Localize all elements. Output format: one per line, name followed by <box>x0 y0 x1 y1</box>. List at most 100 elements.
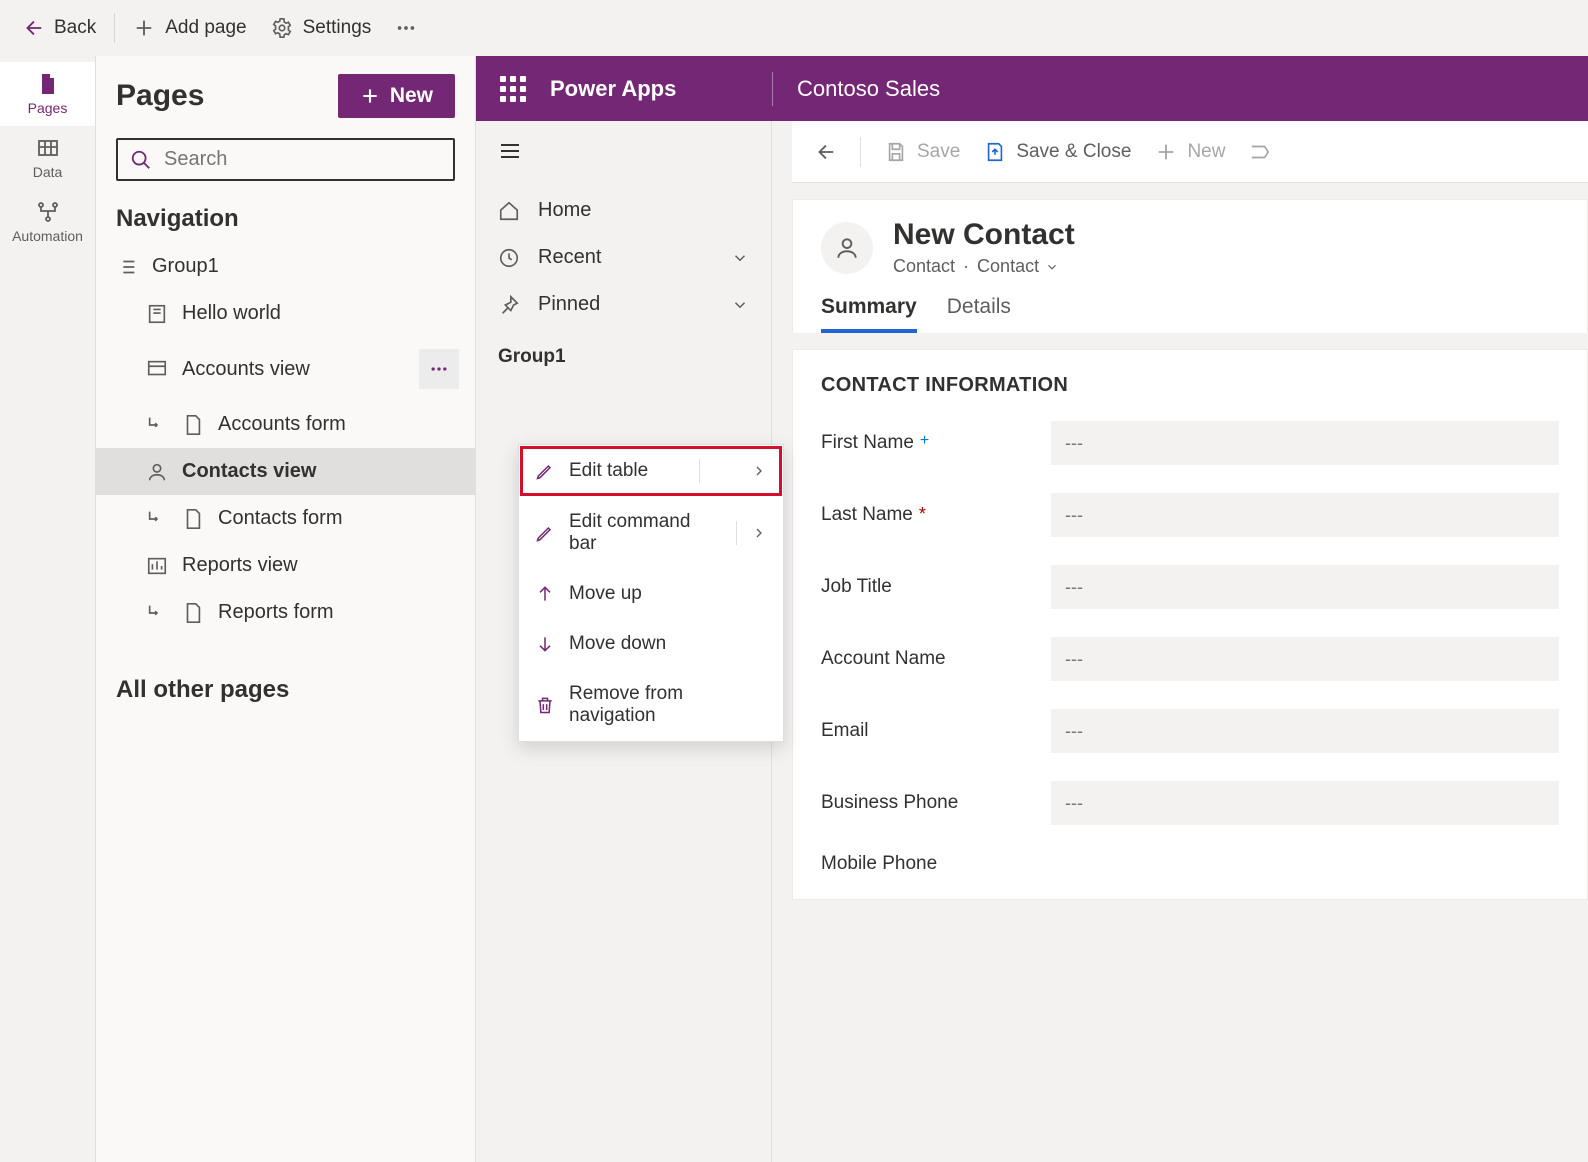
ctx-move-down-label: Move down <box>569 633 666 655</box>
ctx-move-down[interactable]: Move down <box>519 619 783 669</box>
nav-home-label: Home <box>538 199 591 222</box>
job-title-input[interactable] <box>1051 565 1559 609</box>
nav-recent[interactable]: Recent <box>476 234 771 281</box>
cmd-save-close[interactable]: Save & Close <box>984 141 1131 163</box>
account-name-input[interactable] <box>1051 637 1559 681</box>
navigation-heading: Navigation <box>96 199 475 243</box>
add-page-label: Add page <box>165 17 246 39</box>
tree-item-label: Contacts form <box>218 507 342 530</box>
more-button[interactable] <box>383 11 429 45</box>
other-pages-heading: All other pages <box>96 636 475 744</box>
search-box[interactable] <box>116 138 455 181</box>
entity-form-picker[interactable]: Contact <box>977 256 1059 277</box>
chevron-down-icon <box>731 296 749 314</box>
arrow-up-icon <box>535 584 555 604</box>
arrow-down-icon <box>535 634 555 654</box>
field-email: Email <box>821 709 1559 753</box>
tab-details[interactable]: Details <box>947 295 1011 333</box>
arrow-left-icon <box>814 141 836 163</box>
brand-separator <box>772 72 773 106</box>
search-input[interactable] <box>164 148 441 171</box>
tree-item-label: Accounts form <box>218 413 346 436</box>
page-icon <box>36 72 60 96</box>
dashboard-icon <box>146 303 168 325</box>
nav-pinned-label: Pinned <box>538 293 600 316</box>
rail-data[interactable]: Data <box>0 126 95 190</box>
business-phone-input[interactable] <box>1051 781 1559 825</box>
flow-icon <box>36 200 60 224</box>
tree-item-accounts-form[interactable]: Accounts form <box>96 401 475 448</box>
pencil-icon <box>535 461 555 481</box>
email-input[interactable] <box>1051 709 1559 753</box>
chevron-right-icon <box>751 463 767 479</box>
context-menu: Edit table Edit command bar Move up Move… <box>518 444 784 742</box>
ctx-sep <box>736 521 737 545</box>
first-name-input[interactable] <box>1051 421 1559 465</box>
nav-pinned[interactable]: Pinned <box>476 281 771 328</box>
ctx-edit-table-label: Edit table <box>569 460 648 482</box>
field-last-name: Last Name* <box>821 493 1559 537</box>
tree-item-more[interactable] <box>419 349 459 389</box>
pages-panel: Pages New Navigation Group1 Hello world … <box>96 56 476 1162</box>
tree-item-reports-view[interactable]: Reports view <box>96 542 475 589</box>
pin-icon <box>498 294 520 316</box>
clock-icon <box>498 247 520 269</box>
chevron-down-icon <box>1045 260 1059 274</box>
chart-icon <box>146 555 168 577</box>
cmd-overflow[interactable] <box>1249 141 1271 163</box>
person-icon <box>146 461 168 483</box>
brand-bar-right: Contoso Sales <box>772 56 1588 121</box>
form-icon <box>182 508 204 530</box>
cmd-new[interactable]: New <box>1155 141 1225 163</box>
plus-icon <box>1155 141 1177 163</box>
ctx-move-up-label: Move up <box>569 583 642 605</box>
rail-pages[interactable]: Pages <box>0 62 95 126</box>
rail-automation[interactable]: Automation <box>0 190 95 254</box>
settings-button[interactable]: Settings <box>259 11 384 45</box>
tree-item-contacts-form[interactable]: Contacts form <box>96 495 475 542</box>
nav-recent-label: Recent <box>538 246 601 269</box>
ctx-edit-cmd-bar[interactable]: Edit command bar <box>519 497 783 569</box>
tab-summary[interactable]: Summary <box>821 295 917 333</box>
rail-pages-label: Pages <box>28 100 68 116</box>
avatar <box>821 222 873 274</box>
tree-item-accounts-view[interactable]: Accounts view <box>96 337 475 401</box>
view-icon <box>146 358 168 380</box>
entity-title: New Contact <box>893 218 1075 252</box>
form-icon <box>182 414 204 436</box>
back-button[interactable]: Back <box>10 11 108 45</box>
table-icon <box>36 136 60 160</box>
last-name-input[interactable] <box>1051 493 1559 537</box>
gear-icon <box>271 17 293 39</box>
new-page-button[interactable]: New <box>338 74 455 118</box>
ctx-remove[interactable]: Remove from navigation <box>519 669 783 741</box>
cmd-back[interactable] <box>814 141 836 163</box>
tree-item-label: Contacts view <box>182 460 316 483</box>
tree-item-contacts-view[interactable]: Contacts view <box>96 448 475 495</box>
form-icon <box>182 602 204 624</box>
tree-item-reports-form[interactable]: Reports form <box>96 589 475 636</box>
ellipsis-icon <box>395 17 417 39</box>
hamburger-icon <box>498 139 522 163</box>
chevron-down-icon <box>731 249 749 267</box>
ctx-move-up[interactable]: Move up <box>519 569 783 619</box>
nav-group-label: Group1 <box>476 328 771 376</box>
form-section: CONTACT INFORMATION First Name+ Last Nam… <box>792 349 1588 900</box>
trash-icon <box>535 695 555 715</box>
cmd-new-label: New <box>1187 141 1225 163</box>
required-indicator: * <box>919 504 926 525</box>
field-mobile-phone: Mobile Phone <box>821 853 1559 875</box>
tree-group[interactable]: Group1 <box>96 243 475 290</box>
nav-home[interactable]: Home <box>476 187 771 234</box>
field-first-name: First Name+ <box>821 421 1559 465</box>
subitem-icon <box>146 414 168 436</box>
add-page-button[interactable]: Add page <box>121 11 258 45</box>
waffle-button[interactable] <box>500 76 526 102</box>
cmd-save[interactable]: Save <box>885 141 960 163</box>
rail-automation-label: Automation <box>12 228 83 244</box>
tree-item-hello[interactable]: Hello world <box>96 290 475 337</box>
ctx-edit-table[interactable]: Edit table <box>519 445 783 497</box>
tree-item-label: Hello world <box>182 302 281 325</box>
subitem-icon <box>146 508 168 530</box>
hamburger-button[interactable] <box>476 121 771 171</box>
